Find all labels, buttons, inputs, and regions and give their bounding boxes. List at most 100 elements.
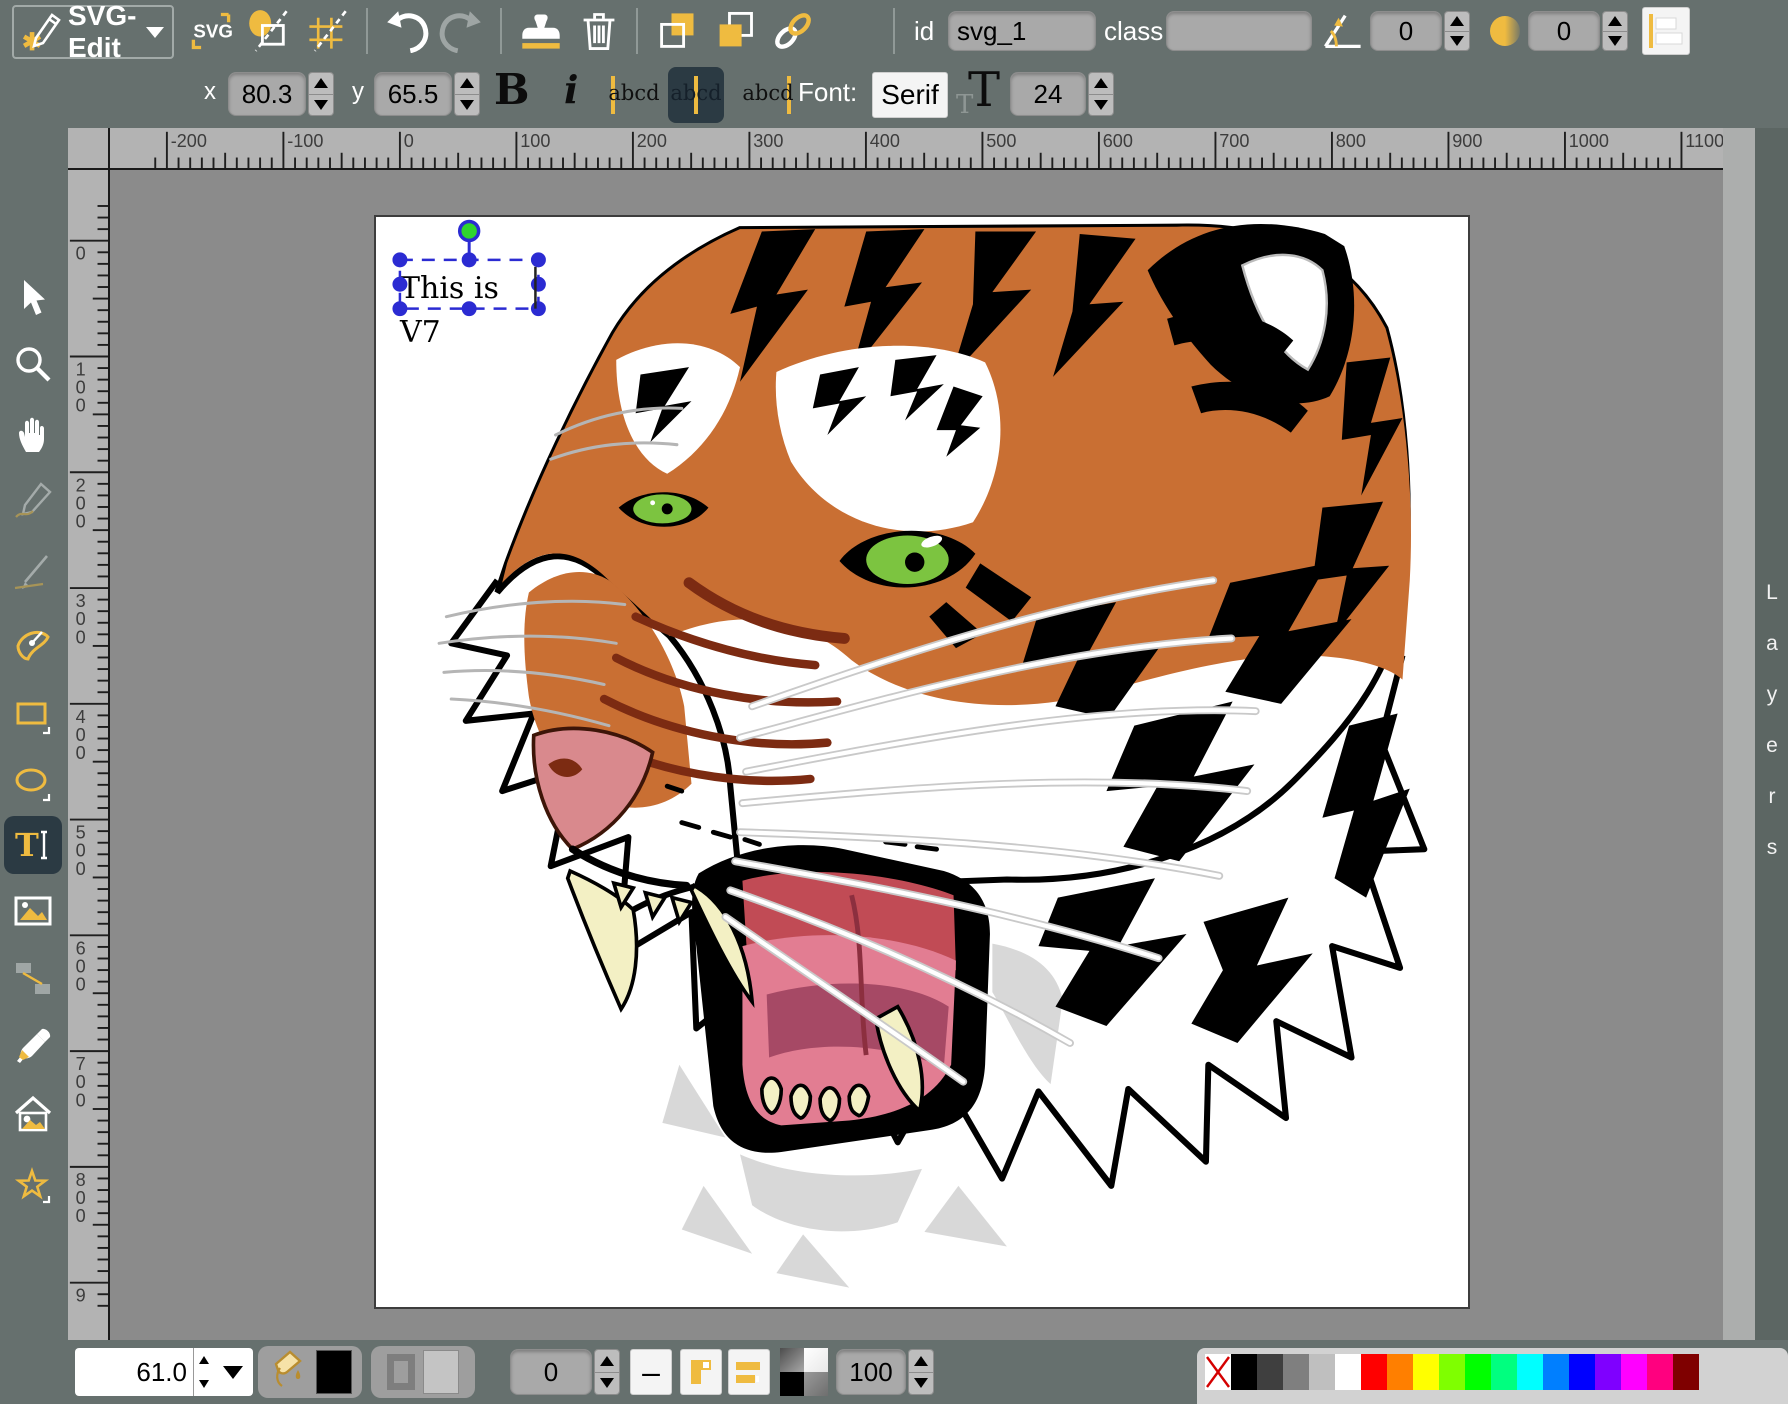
stroke-ring-icon bbox=[387, 1354, 415, 1390]
palette-swatch[interactable] bbox=[1231, 1354, 1257, 1390]
svg-canvas[interactable]: This is V7 bbox=[374, 215, 1470, 1309]
canvas-background[interactable]: This is V7 bbox=[110, 170, 1723, 1340]
palette-swatch[interactable] bbox=[1595, 1354, 1621, 1390]
palette-swatch[interactable] bbox=[1621, 1354, 1647, 1390]
svg-text:0: 0 bbox=[76, 859, 86, 879]
blur-spinner[interactable] bbox=[1602, 11, 1628, 51]
stroke-width-spinner[interactable] bbox=[594, 1349, 620, 1395]
shapes-icon[interactable] bbox=[246, 8, 292, 54]
linejoin-button[interactable] bbox=[680, 1349, 722, 1395]
italic-button[interactable]: i bbox=[564, 67, 578, 112]
svg-text:0: 0 bbox=[76, 956, 86, 976]
palette-swatch[interactable] bbox=[1257, 1354, 1283, 1390]
svg-text:900: 900 bbox=[1452, 131, 1482, 151]
move-to-top-button[interactable] bbox=[712, 8, 758, 54]
svg-text:T: T bbox=[15, 826, 39, 864]
x-spinner[interactable] bbox=[308, 72, 334, 116]
select-tool[interactable] bbox=[4, 269, 62, 327]
align-panel-button[interactable] bbox=[1642, 7, 1690, 55]
y-spinner[interactable] bbox=[454, 72, 480, 116]
svg-text:9: 9 bbox=[76, 1286, 86, 1306]
svg-text:200: 200 bbox=[637, 131, 667, 151]
svg-text:0: 0 bbox=[76, 1206, 86, 1226]
tiger-artwork[interactable] bbox=[376, 217, 1468, 1307]
bottom-toolbar: 61.0 – bbox=[0, 1340, 1788, 1404]
palette-swatch[interactable] bbox=[1439, 1354, 1465, 1390]
svg-text:0: 0 bbox=[76, 841, 86, 861]
svg-text:0: 0 bbox=[76, 609, 86, 629]
rotation-angle-spinner[interactable] bbox=[1444, 11, 1470, 51]
palette-swatch[interactable] bbox=[1335, 1354, 1361, 1390]
palette-swatch[interactable] bbox=[1309, 1354, 1335, 1390]
clone-stamp-button[interactable] bbox=[518, 8, 564, 54]
svg-text:6: 6 bbox=[76, 938, 86, 958]
delete-trash-button[interactable] bbox=[576, 8, 622, 54]
ellipse-tool[interactable] bbox=[4, 754, 62, 812]
font-size-input[interactable] bbox=[1010, 72, 1086, 116]
undo-button[interactable] bbox=[384, 8, 430, 54]
shape-library-tool[interactable] bbox=[4, 1085, 62, 1143]
palette-swatch[interactable] bbox=[1413, 1354, 1439, 1390]
vertical-scrollbar-track[interactable] bbox=[1723, 128, 1755, 1340]
x-coordinate-input[interactable] bbox=[228, 72, 306, 116]
link-button[interactable] bbox=[770, 8, 816, 54]
zoom-tool[interactable] bbox=[4, 336, 62, 394]
font-family-button[interactable]: Serif bbox=[872, 72, 948, 118]
class-input[interactable] bbox=[1166, 11, 1312, 51]
palette-swatch[interactable] bbox=[1283, 1354, 1309, 1390]
svg-text:0: 0 bbox=[76, 511, 86, 531]
eyedropper-tool[interactable] bbox=[4, 1017, 62, 1075]
stroke-color-swatch bbox=[423, 1350, 459, 1394]
y-coordinate-input[interactable] bbox=[374, 72, 452, 116]
zoom-spinner[interactable] bbox=[193, 1348, 213, 1396]
toolbar-separator bbox=[500, 8, 502, 54]
palette-swatch[interactable] bbox=[1491, 1354, 1517, 1390]
layers-panel-tab[interactable]: Layers bbox=[1755, 128, 1788, 1340]
bold-button[interactable]: B bbox=[494, 65, 530, 114]
font-size-spinner[interactable] bbox=[1088, 72, 1114, 116]
id-input[interactable] bbox=[948, 11, 1096, 51]
text-anchor-start-button[interactable]: abcd bbox=[606, 67, 662, 123]
line-tool[interactable] bbox=[4, 543, 62, 601]
rectangle-tool[interactable] bbox=[4, 687, 62, 745]
rotation-angle-input[interactable] bbox=[1370, 11, 1442, 51]
zoom-dropdown-caret-icon[interactable] bbox=[223, 1366, 243, 1379]
palette-swatch[interactable] bbox=[1543, 1354, 1569, 1390]
stroke-color-button[interactable] bbox=[371, 1346, 475, 1398]
text-anchor-end-button[interactable]: abcd bbox=[740, 67, 796, 123]
ruler-corner bbox=[68, 128, 110, 170]
main-menu-button[interactable]: ✱ SVG-Edit bbox=[12, 5, 174, 59]
stroke-dash-select[interactable]: – bbox=[630, 1349, 672, 1395]
palette-swatch-none[interactable] bbox=[1205, 1354, 1231, 1390]
text-tool[interactable]: T bbox=[4, 816, 62, 874]
svg-text:0: 0 bbox=[76, 396, 86, 416]
palette-swatch[interactable] bbox=[1517, 1354, 1543, 1390]
palette-swatch[interactable] bbox=[1569, 1354, 1595, 1390]
linecap-button[interactable] bbox=[728, 1349, 770, 1395]
source-editor-button[interactable]: SVG bbox=[188, 8, 234, 54]
path-tool[interactable] bbox=[4, 615, 62, 673]
palette-swatch[interactable] bbox=[1387, 1354, 1413, 1390]
redo-button[interactable] bbox=[438, 8, 484, 54]
palette-swatch[interactable] bbox=[1361, 1354, 1387, 1390]
image-tool[interactable] bbox=[4, 882, 62, 940]
opacity-input[interactable] bbox=[836, 1349, 906, 1395]
opacity-spinner[interactable] bbox=[908, 1349, 934, 1395]
palette-swatch[interactable] bbox=[1673, 1354, 1699, 1390]
pencil-tool[interactable] bbox=[4, 472, 62, 530]
canvas-text-element[interactable]: This is V7 bbox=[400, 267, 542, 311]
y-coordinate-label: y bbox=[352, 78, 364, 106]
grid-icon[interactable] bbox=[304, 8, 350, 54]
palette-swatch[interactable] bbox=[1647, 1354, 1673, 1390]
move-to-bottom-button[interactable] bbox=[654, 8, 700, 54]
palette-swatch[interactable] bbox=[1465, 1354, 1491, 1390]
blur-input[interactable] bbox=[1528, 11, 1600, 51]
star-tool[interactable] bbox=[4, 1155, 62, 1213]
pan-tool[interactable] bbox=[4, 405, 62, 463]
text-anchor-middle-button[interactable]: abcd bbox=[668, 67, 724, 123]
fill-color-button[interactable] bbox=[258, 1346, 362, 1398]
svg-text:1100: 1100 bbox=[1685, 131, 1724, 151]
connector-tool[interactable] bbox=[4, 949, 62, 1007]
zoom-control[interactable]: 61.0 bbox=[75, 1348, 253, 1396]
stroke-width-input[interactable] bbox=[510, 1349, 592, 1395]
